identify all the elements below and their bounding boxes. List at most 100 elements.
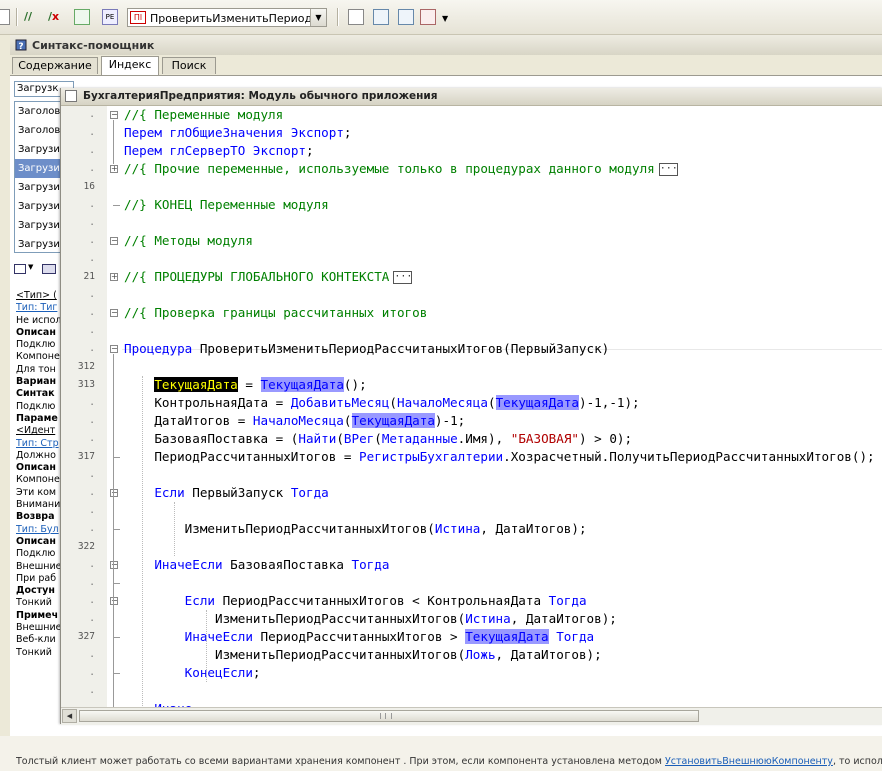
list-view-icon[interactable] (14, 264, 26, 274)
code-line[interactable]: //} КОНЕЦ Переменные модуля (124, 196, 329, 214)
code-token: Экспорт (290, 125, 344, 140)
code-line[interactable]: ТекущаяДата = ТекущаяДата(); (124, 376, 367, 394)
code-token: ) > 0); (579, 431, 633, 446)
collapse-icon[interactable]: − (110, 345, 118, 353)
code-token: ( (343, 413, 352, 428)
fold-end-tick (113, 457, 120, 458)
code-token: ; (343, 125, 352, 140)
code-line[interactable]: Если ПериодРассчитанныхИтогов < Контроль… (124, 592, 587, 610)
code-token: ТекущаяДата (260, 377, 344, 392)
code-line[interactable]: Если ПервыйЗапуск Тогда (124, 484, 328, 502)
line-number: . (89, 199, 95, 210)
fold-end-tick (113, 673, 120, 674)
code-token: Перем (124, 125, 170, 140)
indent-guide (142, 376, 143, 707)
bookmark-clear-icon[interactable] (420, 9, 436, 25)
code-line[interactable]: //{ Методы модуля (124, 232, 253, 250)
chevron-down-icon[interactable]: ▼ (310, 9, 326, 26)
bookmark-icon[interactable] (348, 9, 364, 25)
code-line[interactable]: КонтрольнаяДата = ДобавитьМесяц(НачалоМе… (124, 394, 640, 412)
fold-end-tick (113, 637, 120, 638)
panel-toggle-icon[interactable] (0, 9, 10, 25)
collapsed-region-marker[interactable]: ··· (658, 163, 678, 176)
comment-lines-icon[interactable]: // (24, 9, 40, 25)
line-number: . (89, 505, 95, 516)
line-number: 327 (77, 631, 95, 642)
code-token: ТекущаяДата (154, 377, 238, 392)
tab-contents[interactable]: Содержание (12, 57, 98, 74)
code-token: ИзменитьПериодРассчитанныхИтогов( (124, 521, 435, 536)
code-token: Истина (434, 521, 481, 536)
code-token: ; (252, 665, 261, 680)
code-line[interactable]: БазоваяПоставка = (Найти(ВРег(Метаданные… (124, 430, 632, 448)
code-token: РегистрыБухгалтерии (359, 449, 504, 464)
toolbar-more-icon[interactable]: ▼ (442, 9, 458, 25)
code-token: ТекущаяДата (465, 629, 549, 644)
code-token: Если (184, 593, 223, 608)
expand-icon[interactable]: + (110, 273, 118, 281)
module-editor-window: БухгалтерияПредприятия: Модуль обычного … (60, 88, 882, 725)
help-bottom-link[interactable]: УстановитьВнешнююКомпоненту (665, 756, 833, 767)
collapsed-region-marker[interactable]: ··· (393, 271, 412, 284)
code-line[interactable]: //{ Прочие переменные, используемые толь… (124, 160, 678, 178)
code-line[interactable]: //{ ПРОЦЕДУРЫ ГЛОБАЛЬНОГО КОНТЕКСТА ··· (124, 268, 412, 286)
code-line[interactable]: //{ Проверка границы рассчитанных итогов (124, 304, 427, 322)
fold-end-tick (113, 205, 120, 206)
chevron-down-icon[interactable]: ▼ (28, 263, 33, 271)
code-line[interactable]: Перем глСерверТО Экспорт; (124, 142, 314, 160)
code-line[interactable]: //{ Переменные модуля (124, 106, 283, 124)
code-line[interactable]: Иначе (124, 700, 192, 707)
code-line[interactable]: ИначеЕсли БазоваяПоставка Тогда (124, 556, 389, 574)
line-number: . (89, 487, 95, 498)
code-token: Тогда (548, 593, 587, 608)
index-search-value: Загрузк (17, 83, 59, 94)
indent-guide (206, 610, 207, 682)
tab-search[interactable]: Поиск (162, 57, 216, 74)
code-line[interactable]: ИзменитьПериодРассчитанныхИтогов(Ложь, Д… (124, 646, 602, 664)
collapse-icon[interactable]: − (110, 489, 118, 497)
uncomment-lines-icon[interactable]: /x (48, 9, 64, 25)
horizontal-scrollbar[interactable]: ◀ (61, 707, 882, 725)
code-token: )-1,-1); (578, 395, 640, 410)
collapse-icon[interactable]: − (110, 111, 118, 119)
code-line[interactable]: ИзменитьПериодРассчитанныхИтогов(Истина,… (124, 610, 617, 628)
code-line[interactable]: КонецЕсли; (124, 664, 261, 682)
line-number: . (89, 613, 95, 624)
scroll-left-icon[interactable]: ◀ (62, 709, 77, 723)
code-token: .Имя), (457, 431, 511, 446)
procedure-selector[interactable]: Пl ПроверитьИзменитьПериодРас ▼ (127, 8, 327, 27)
code-token: Найти (298, 431, 337, 446)
code-token: ( (336, 431, 344, 446)
code-line[interactable]: ПериодРассчитанныхИтогов = РегистрыБухга… (124, 448, 874, 466)
code-line[interactable]: ИначеЕсли ПериодРассчитанныхИтогов > Тек… (124, 628, 594, 646)
code-line[interactable]: Перем глОбщиеЗначения Экспорт; (124, 124, 352, 142)
expand-icon[interactable]: + (110, 165, 118, 173)
collapse-icon[interactable]: − (110, 309, 118, 317)
code-line[interactable]: ДатаИтогов = НачалоМесяца(ТекущаяДата)-1… (124, 412, 465, 430)
code-line[interactable]: Процедура ПроверитьИзменитьПериодРассчит… (124, 340, 609, 358)
collapse-icon[interactable]: − (110, 237, 118, 245)
code-line[interactable]: ИзменитьПериодРассчитанныхИтогов(Истина,… (124, 520, 587, 538)
code-area[interactable]: //{ Переменные модуля Перем глОбщиеЗначен… (122, 106, 882, 707)
format-code-icon[interactable] (74, 9, 90, 25)
bookmark-prev-icon[interactable] (398, 9, 414, 25)
code-token: Тогда (351, 557, 390, 572)
code-token: //{ Прочие переменные, используемые толь… (124, 161, 655, 176)
code-token: ПроверитьИзменитьПериодРассчитаныхИтогов… (199, 341, 610, 356)
tab-index[interactable]: Индекс (101, 56, 159, 75)
collapse-icon[interactable]: − (110, 561, 118, 569)
code-token: , ДатаИтогов); (480, 521, 587, 536)
panel-icon[interactable] (42, 264, 56, 274)
code-token: ПервыйЗапуск (192, 485, 291, 500)
scrollbar-thumb[interactable] (79, 710, 699, 722)
code-token: ИзменитьПериодРассчитанныхИтогов( (124, 611, 466, 626)
line-number: . (89, 667, 95, 678)
collapse-icon[interactable]: − (110, 597, 118, 605)
svg-text:?: ? (18, 42, 23, 52)
bookmark-next-icon[interactable] (373, 9, 389, 25)
help-description-bottom: Толстый клиент может работать со всеми в… (16, 756, 882, 771)
module-procedures-icon[interactable]: PE (102, 9, 118, 25)
line-number: 322 (77, 541, 95, 552)
